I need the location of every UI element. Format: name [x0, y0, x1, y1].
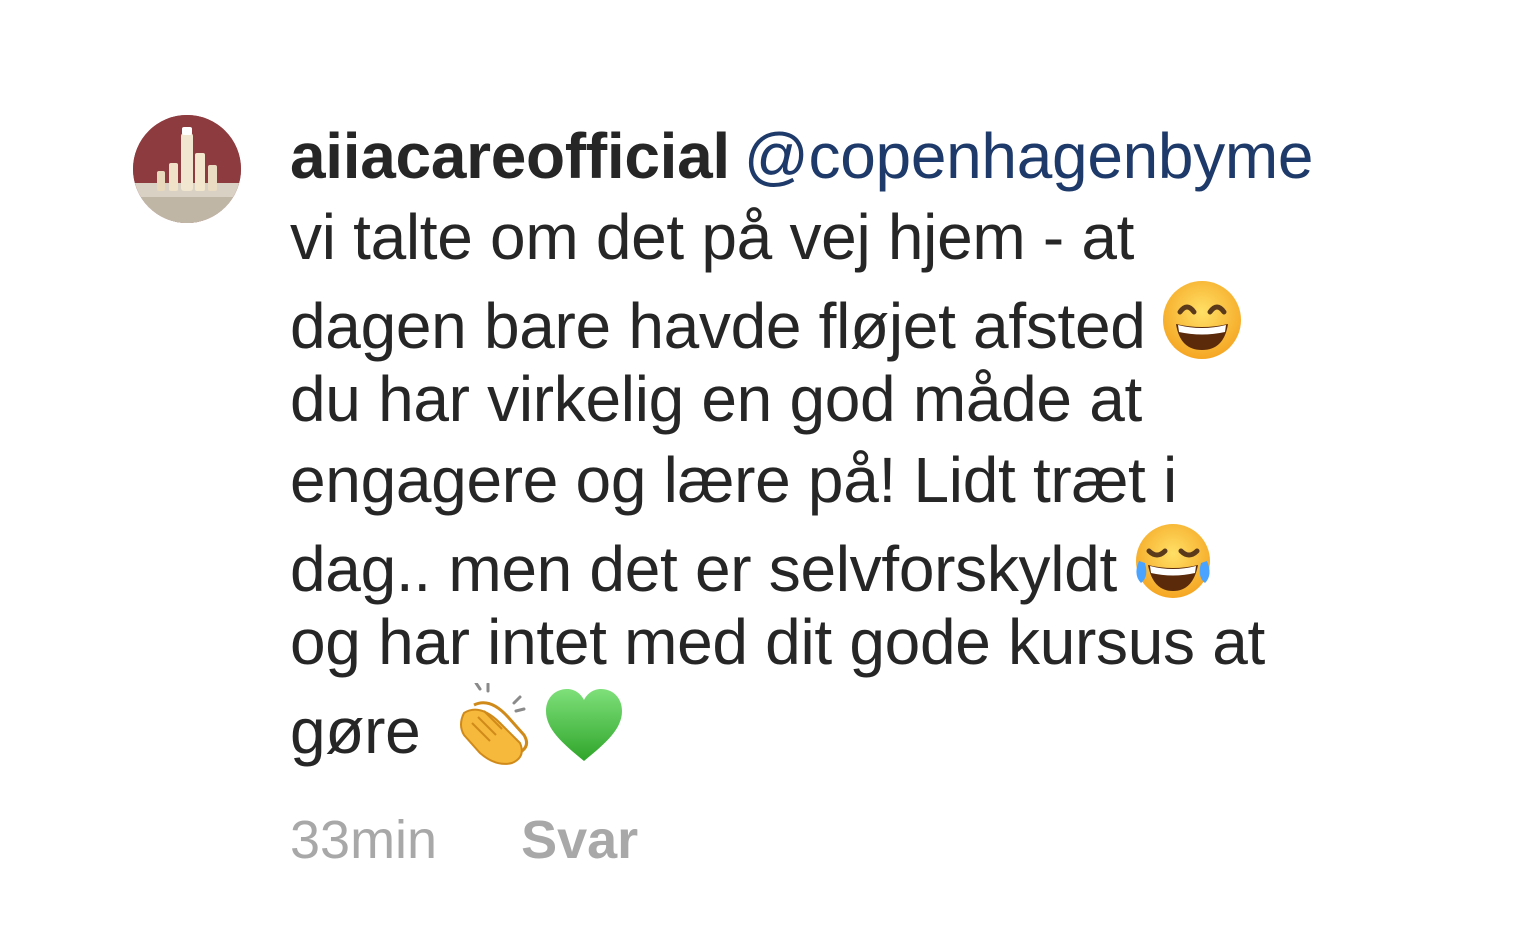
comment-text-line: og har intet med dit gode kursus at: [290, 606, 1265, 678]
comment-text-line: dag.. men det er selvforskyldt: [290, 521, 1520, 605]
comment-text-line: vi talte om det på vej hjem - at: [290, 201, 1135, 273]
reply-button[interactable]: Svar: [521, 810, 638, 870]
comment-text-line: dagen bare havde fløjet afsted: [290, 278, 1520, 362]
timestamp: 33min: [290, 810, 438, 870]
mention-link[interactable]: @copenhagenbyme: [744, 120, 1314, 192]
avatar-image: [133, 115, 241, 223]
comment-text-line: du har virkelig en god måde at: [290, 363, 1142, 435]
comment-text: dag.. men det er selvforskyldt: [290, 533, 1117, 605]
grinning-face-smiling-eyes-icon: [1160, 278, 1244, 362]
avatar[interactable]: [133, 115, 241, 223]
username-link[interactable]: aiiacareofficial: [290, 120, 730, 192]
comment-meta: 33min Svar: [290, 808, 638, 872]
comment-text-line: engagere og lære på! Lidt træt i: [290, 444, 1177, 516]
comment-text: dagen bare havde fløjet afsted: [290, 290, 1146, 362]
clapping-hands-icon: [450, 683, 534, 767]
comment-text-line: gøre: [290, 683, 1520, 767]
green-heart-icon: [542, 683, 626, 767]
comment-header: aiiacareofficial @copenhagenbyme: [290, 116, 1520, 197]
comment-text: gøre: [290, 695, 421, 767]
comment: aiiacareofficial @copenhagenbyme vi talte…: [290, 116, 1520, 767]
face-with-tears-of-joy-icon: [1131, 521, 1215, 605]
